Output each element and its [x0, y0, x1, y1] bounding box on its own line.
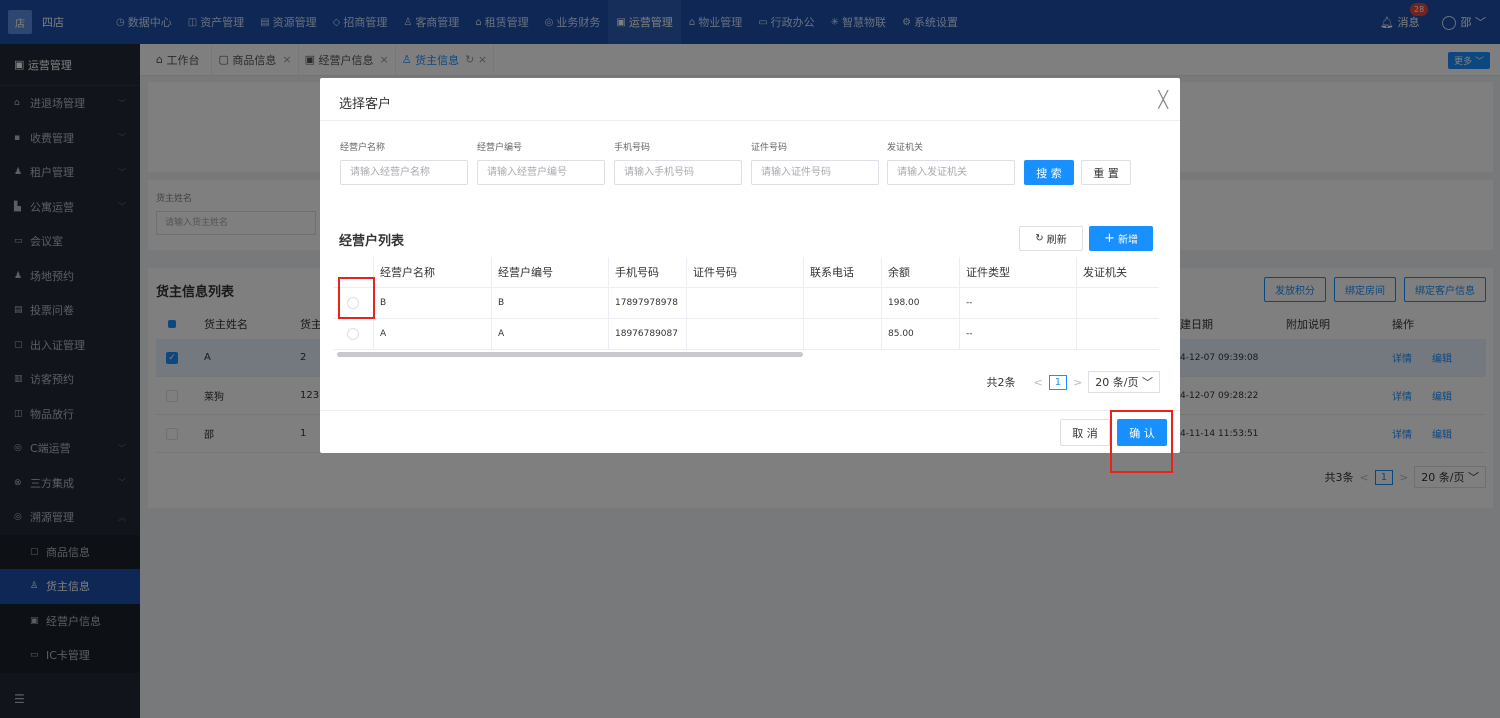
- column-header: 手机号码: [608, 257, 686, 287]
- filter-label-name: 经营户名称: [340, 143, 386, 153]
- prev-page-button[interactable]: <: [1033, 376, 1042, 389]
- column-header: 经营户名称: [373, 257, 491, 287]
- select-customer-dialog: 选择客户 ╳ 经营户名称 经营户编号 手机号码 证件号码 发证机关 请输入经营户…: [320, 78, 1180, 453]
- add-label: 新增: [1118, 235, 1139, 246]
- add-button[interactable]: + 新增: [1089, 226, 1153, 251]
- close-icon[interactable]: ╳: [1158, 90, 1168, 109]
- table-cell: 17897978978: [608, 288, 686, 318]
- table-cell: --: [959, 319, 1076, 349]
- total-count: 共2条: [986, 376, 1016, 389]
- column-header: 证件号码: [686, 257, 803, 287]
- merchant-table: 经营户名称 经营户编号 手机号码 证件号码 联系电话 余额 证件类型 发证机关 …: [333, 257, 1159, 357]
- table-cell: 18976789087: [608, 319, 686, 349]
- filter-label-code: 经营户编号: [477, 143, 523, 153]
- table-cell: [686, 319, 803, 349]
- dialog-title: 选择客户: [339, 97, 392, 112]
- table-cell: 85.00: [881, 319, 959, 349]
- refresh-icon: ↻: [1035, 233, 1044, 244]
- refresh-label: 刷新: [1046, 235, 1067, 246]
- table-cell: --: [959, 288, 1076, 318]
- filter-label-issuer: 发证机关: [887, 143, 924, 153]
- page-number[interactable]: 1: [1048, 374, 1068, 390]
- next-page-button[interactable]: >: [1073, 376, 1082, 389]
- column-header: 余额: [881, 257, 959, 287]
- cancel-button[interactable]: 取 消: [1060, 419, 1110, 446]
- table-cell: [803, 319, 881, 349]
- row-radio[interactable]: [347, 328, 359, 340]
- divider: [320, 410, 1180, 411]
- row-radio-cell: [333, 319, 373, 349]
- merchant-list-title: 经营户列表: [339, 234, 405, 249]
- plus-icon: +: [1103, 231, 1115, 246]
- table-cell: [803, 288, 881, 318]
- divider: [320, 120, 1180, 121]
- table-cell: B: [491, 288, 608, 318]
- table-cell: B: [373, 288, 491, 318]
- column-header: 发证机关: [1076, 257, 1159, 287]
- table-cell: [1076, 319, 1159, 349]
- phone-input[interactable]: 请输入手机号码: [614, 160, 742, 185]
- table-row[interactable]: B B 17897978978 198.00 --: [333, 288, 1159, 319]
- table-cell: 198.00: [881, 288, 959, 318]
- issuer-input[interactable]: 请输入发证机关: [887, 160, 1015, 185]
- table-cell: A: [373, 319, 491, 349]
- column-header: 经营户编号: [491, 257, 608, 287]
- table-cell: [1076, 288, 1159, 318]
- column-header: 证件类型: [959, 257, 1076, 287]
- merchant-code-input[interactable]: 请输入经营户编号: [477, 160, 605, 185]
- table-cell: [686, 288, 803, 318]
- column-header: 联系电话: [803, 257, 881, 287]
- id-number-input[interactable]: 请输入证件号码: [751, 160, 879, 185]
- highlight-box-confirm: [1110, 410, 1173, 473]
- refresh-button[interactable]: ↻ 刷新: [1019, 226, 1083, 251]
- merchant-name-input[interactable]: 请输入经营户名称: [340, 160, 468, 185]
- search-button[interactable]: 搜 索: [1024, 160, 1074, 185]
- filter-label-id: 证件号码: [751, 143, 788, 153]
- table-cell: A: [491, 319, 608, 349]
- horizontal-scrollbar[interactable]: [337, 352, 803, 357]
- table-row[interactable]: A A 18976789087 85.00 --: [333, 319, 1159, 350]
- page-size-select[interactable]: 20 条/页 ﹀: [1088, 371, 1160, 393]
- merchant-pagination: 共2条 < 1 > 20 条/页 ﹀: [986, 371, 1160, 393]
- highlight-box-radio: [338, 277, 375, 319]
- filter-label-phone: 手机号码: [614, 143, 651, 153]
- merchant-table-header: 经营户名称 经营户编号 手机号码 证件号码 联系电话 余额 证件类型 发证机关: [333, 257, 1159, 288]
- reset-button[interactable]: 重 置: [1081, 160, 1131, 185]
